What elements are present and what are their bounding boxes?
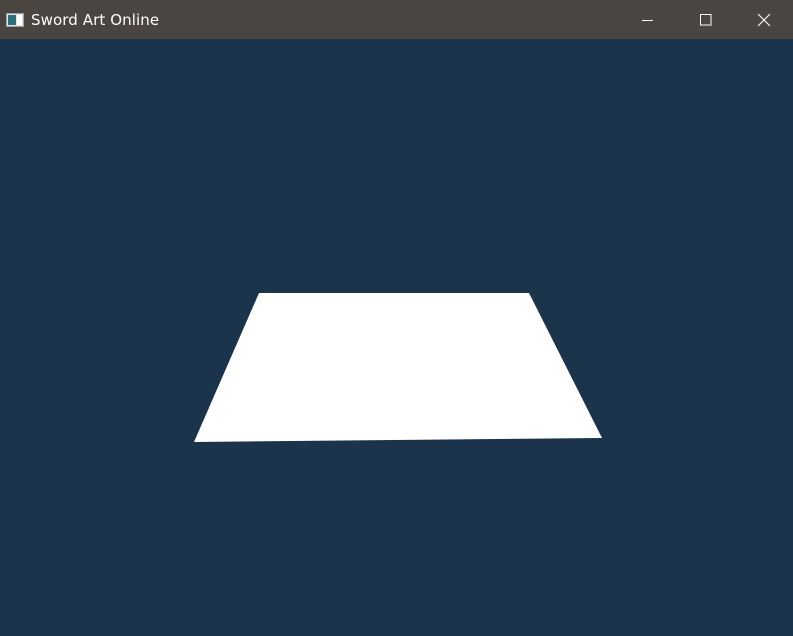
- window-controls: [619, 0, 793, 39]
- scene-canvas: [0, 39, 793, 636]
- app-window: Sword Art Online: [0, 0, 793, 636]
- minimize-icon: [642, 19, 653, 21]
- close-icon: [757, 13, 771, 26]
- app-window-icon[interactable]: [6, 12, 24, 27]
- maximize-icon: [700, 13, 712, 25]
- minimize-button[interactable]: [619, 0, 677, 39]
- title-bar[interactable]: Sword Art Online: [0, 0, 793, 39]
- window-title: Sword Art Online: [31, 10, 160, 29]
- render-viewport[interactable]: [0, 39, 793, 636]
- maximize-button[interactable]: [677, 0, 735, 39]
- close-button[interactable]: [735, 0, 793, 39]
